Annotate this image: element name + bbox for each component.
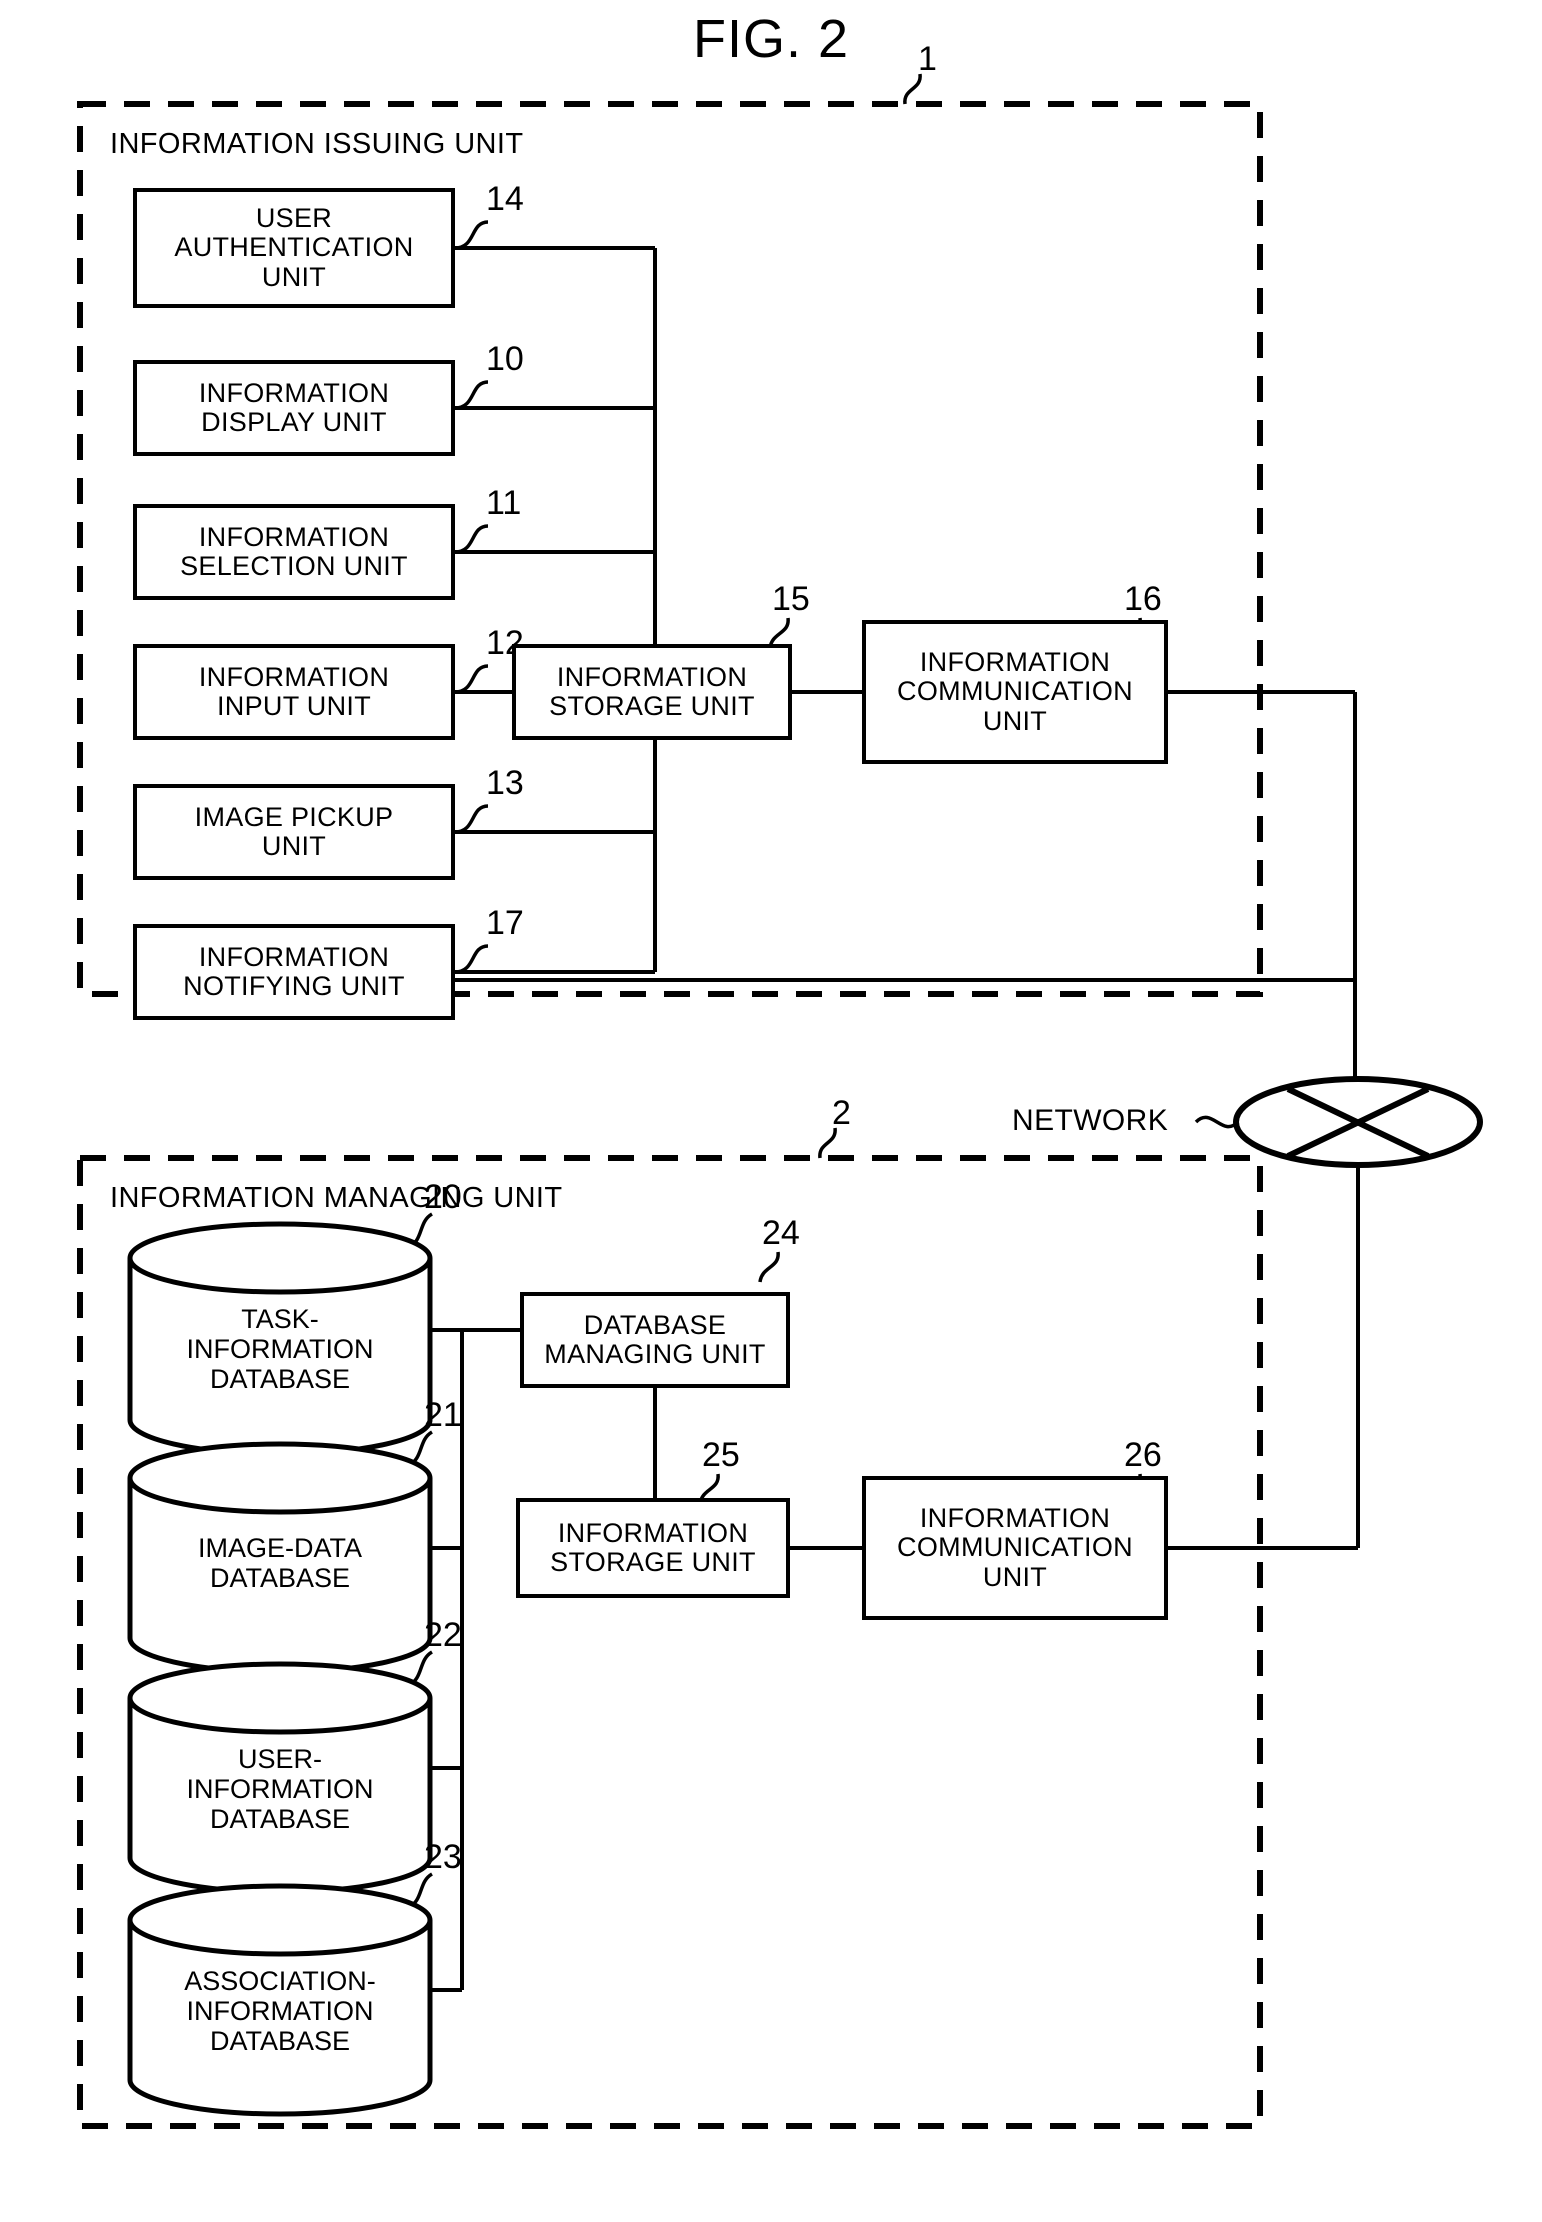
user-authentication-unit-box[interactable]: USER AUTHENTICATION UNIT — [133, 188, 455, 308]
ref-numeral-1: 1 — [918, 40, 937, 78]
image-data-database-label[interactable]: IMAGE-DATA DATABASE — [140, 1518, 420, 1610]
leader-ref-12 — [454, 664, 489, 694]
ref-numeral-20: 20 — [424, 1178, 462, 1216]
leader-ref-14 — [454, 220, 489, 250]
information-selection-unit-box[interactable]: INFORMATION SELECTION UNIT — [133, 504, 455, 600]
ref-numeral-10: 10 — [486, 340, 524, 378]
ref-numeral-26: 26 — [1124, 1436, 1162, 1474]
image-pickup-unit-box[interactable]: IMAGE PICKUP UNIT — [133, 784, 455, 880]
network-label: NETWORK — [1012, 1104, 1169, 1137]
ref-numeral-25: 25 — [702, 1436, 740, 1474]
network-ellipse — [1233, 1076, 1483, 1168]
information-input-unit-box[interactable]: INFORMATION INPUT UNIT — [133, 644, 455, 740]
leader-ref-10 — [454, 380, 489, 410]
leader-ref-13 — [454, 804, 489, 834]
leader-ref-17 — [454, 944, 489, 974]
ref-numeral-22: 22 — [424, 1616, 462, 1654]
database-managing-unit-box[interactable]: DATABASE MANAGING UNIT — [520, 1292, 790, 1388]
network-x-stroke-1 — [1286, 1086, 1430, 1159]
ref-numeral-15: 15 — [772, 580, 810, 618]
ref-numeral-21: 21 — [424, 1396, 462, 1434]
ref-numeral-2: 2 — [832, 1094, 851, 1132]
leader-ref-21 — [407, 1430, 434, 1468]
information-communication-unit-box-bottom[interactable]: INFORMATION COMMUNICATION UNIT — [862, 1476, 1168, 1620]
leader-network-label — [1194, 1115, 1240, 1129]
diagram-vector-layer — [77, 73, 1483, 2129]
information-notifying-unit-box[interactable]: INFORMATION NOTIFYING UNIT — [133, 924, 455, 1020]
ref-numeral-17: 17 — [486, 904, 524, 942]
ref-numeral-14: 14 — [486, 180, 524, 218]
information-storage-unit-box-bottom[interactable]: INFORMATION STORAGE UNIT — [516, 1498, 790, 1598]
leader-ref-23 — [407, 1872, 434, 1910]
task-information-database-label[interactable]: TASK- INFORMATION DATABASE — [140, 1290, 420, 1410]
leader-ref-11 — [454, 524, 489, 554]
leader-ref-24 — [758, 1251, 780, 1283]
information-display-unit-box[interactable]: INFORMATION DISPLAY UNIT — [133, 360, 455, 456]
ref-numeral-24: 24 — [762, 1214, 800, 1252]
issuing-unit-title: INFORMATION ISSUING UNIT — [110, 128, 524, 160]
information-storage-unit-box-top[interactable]: INFORMATION STORAGE UNIT — [512, 644, 792, 740]
network-x-stroke-2 — [1286, 1086, 1430, 1159]
leader-ref-20 — [407, 1212, 434, 1250]
figure-title: FIG. 2 — [692, 9, 850, 69]
ref-numeral-23: 23 — [424, 1838, 462, 1876]
ref-numeral-11: 11 — [486, 484, 522, 522]
leader-ref-22 — [407, 1650, 434, 1688]
patent-figure-page: FIG. 2 INFORMATION ISSUING UNIT INFORMAT… — [0, 0, 1542, 2222]
association-information-database-label[interactable]: ASSOCIATION- INFORMATION DATABASE — [140, 1952, 420, 2072]
user-information-database-label[interactable]: USER- INFORMATION DATABASE — [140, 1730, 420, 1850]
managing-unit-title: INFORMATION MANAGING UNIT — [110, 1182, 563, 1214]
ref-numeral-13: 13 — [486, 764, 524, 802]
information-communication-unit-box-top[interactable]: INFORMATION COMMUNICATION UNIT — [862, 620, 1168, 764]
ref-numeral-16: 16 — [1124, 580, 1162, 618]
